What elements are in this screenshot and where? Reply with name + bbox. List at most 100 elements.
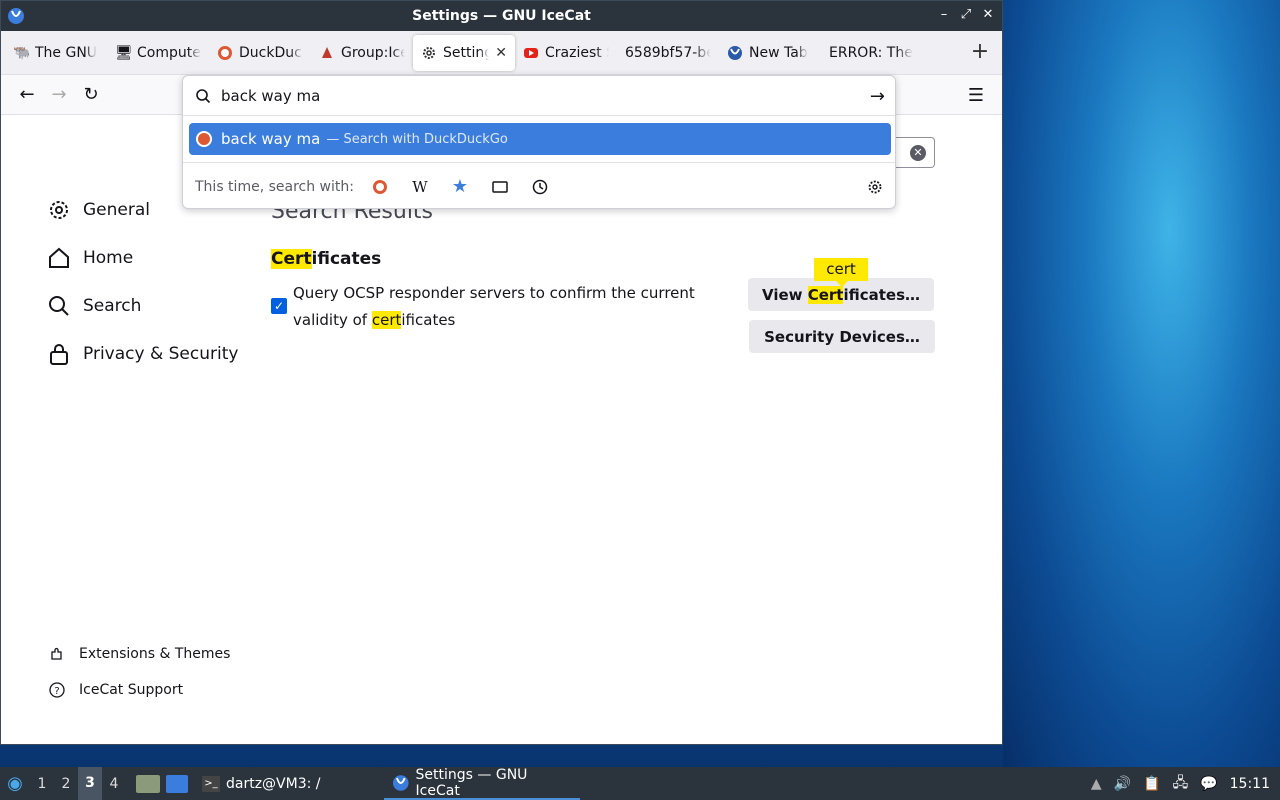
sidebar-item-label: General bbox=[83, 200, 150, 220]
search-icon bbox=[49, 296, 69, 316]
lock-icon bbox=[50, 344, 68, 365]
maximize-icon[interactable]: ⤢ bbox=[958, 7, 974, 23]
forward-button[interactable]: → bbox=[43, 79, 75, 111]
tab-close-icon[interactable]: ✕ bbox=[495, 45, 507, 61]
sidebar-item-label: Home bbox=[83, 248, 134, 268]
workspace-4[interactable]: 4 bbox=[102, 776, 126, 792]
hamburger-icon: ☰ bbox=[967, 84, 985, 106]
reload-icon: ↻ bbox=[83, 84, 99, 105]
urlbar-dropdown: back way ma → back way ma — Search with … bbox=[182, 75, 896, 209]
security-devices-button[interactable]: Security Devices… bbox=[749, 320, 935, 353]
new-tab-button[interactable]: + bbox=[966, 39, 994, 67]
workspace-2[interactable]: 2 bbox=[54, 776, 78, 792]
computer-icon: 🖥 bbox=[115, 44, 133, 61]
duckduckgo-icon bbox=[196, 131, 212, 147]
workspace-3[interactable]: 3 bbox=[78, 767, 102, 800]
terminal-icon: >_ bbox=[202, 775, 220, 792]
clock[interactable]: 15:11 bbox=[1230, 776, 1270, 792]
gnu-icon: 🐃 bbox=[13, 44, 31, 61]
close-icon[interactable]: ✕ bbox=[980, 7, 996, 23]
scroll-up-icon[interactable]: ▲ bbox=[1091, 776, 1102, 792]
ocsp-checkbox[interactable]: ✓ bbox=[271, 298, 287, 314]
duckduckgo-icon bbox=[218, 45, 232, 60]
notification-icon[interactable]: 💬 bbox=[1200, 776, 1217, 792]
task-icecat[interactable]: Settings — GNU IceCat bbox=[384, 767, 580, 800]
youtube-icon bbox=[524, 47, 538, 58]
sidebar-item-icecat-support[interactable]: ? IceCat Support bbox=[49, 682, 183, 698]
tab-strip: 🐃 The GNU 🖥 Compute DuckDuck Group:Ice Set… bbox=[1, 31, 1002, 75]
tab-the-gnu[interactable]: 🐃 The GNU bbox=[5, 35, 107, 71]
show-desktop-icon[interactable] bbox=[166, 774, 188, 793]
clear-search-icon[interactable]: ✕ bbox=[910, 145, 926, 161]
sidebar-item-extensions-themes[interactable]: Extensions & Themes bbox=[49, 646, 230, 662]
highlight: Cert bbox=[807, 285, 844, 304]
tab-error[interactable]: ERROR: The bbox=[821, 35, 923, 71]
bookmarks-button[interactable]: ★ bbox=[446, 173, 474, 201]
tabs-button[interactable] bbox=[486, 173, 514, 201]
system-tray: ▲ 🔊 📋 🖧 💬 15:11 bbox=[1091, 767, 1270, 800]
back-button[interactable]: ← bbox=[11, 79, 43, 111]
duckduckgo-icon bbox=[372, 179, 387, 194]
tab-icon bbox=[492, 180, 508, 193]
help-icon: ? bbox=[49, 682, 65, 698]
file-manager-icon[interactable] bbox=[136, 774, 160, 793]
task-terminal[interactable]: >_ dartz@VM3: / bbox=[194, 767, 384, 800]
taskbar: ◉ 1 2 3 4 >_ dartz@VM3: / Settings — GNU… bbox=[0, 767, 1280, 800]
gear-icon bbox=[423, 46, 435, 59]
sidebar-item-home[interactable]: Home bbox=[47, 246, 133, 270]
sidebar-item-privacy-security[interactable]: Privacy & Security bbox=[47, 342, 238, 366]
search-settings-button[interactable] bbox=[861, 173, 889, 201]
star-icon: ★ bbox=[451, 176, 469, 197]
url-input[interactable]: back way ma → bbox=[183, 76, 895, 116]
tab-duckduckgo[interactable]: DuckDuck bbox=[209, 35, 311, 71]
sidebar-item-search[interactable]: Search bbox=[47, 294, 141, 318]
tab-computer[interactable]: 🖥 Compute bbox=[107, 35, 209, 71]
sidebar-item-label: Extensions & Themes bbox=[79, 646, 231, 662]
tab-settings[interactable]: Setting ✕ bbox=[413, 34, 515, 71]
wikipedia-engine-button[interactable]: W bbox=[406, 173, 434, 201]
minimize-icon[interactable]: – bbox=[936, 7, 952, 23]
ocsp-checkbox-label[interactable]: Query OCSP responder servers to confirm … bbox=[293, 280, 713, 334]
icecat-icon bbox=[8, 8, 24, 24]
workspace-1[interactable]: 1 bbox=[30, 776, 54, 792]
tab-uuid[interactable]: 6589bf57-be bbox=[617, 35, 719, 71]
gear-icon bbox=[868, 180, 882, 193]
home-icon bbox=[49, 247, 69, 268]
svg-text:?: ? bbox=[54, 686, 59, 697]
url-input-text: back way ma bbox=[221, 86, 321, 105]
window-title: Settings — GNU IceCat bbox=[412, 8, 591, 24]
tab-craziest[interactable]: Craziest S bbox=[515, 35, 617, 71]
oneoff-search-bar: This time, search with: W ★ bbox=[183, 162, 895, 210]
sidebar-item-label: IceCat Support bbox=[79, 682, 184, 698]
reload-button[interactable]: ↻ bbox=[75, 79, 107, 111]
start-menu-icon[interactable]: ◉ bbox=[0, 773, 30, 794]
volume-icon[interactable]: 🔊 bbox=[1114, 776, 1131, 792]
group-icon bbox=[322, 46, 332, 58]
browser-window: Settings — GNU IceCat – ⤢ ✕ 🐃 The GNU 🖥 Co… bbox=[0, 0, 1003, 745]
duckduckgo-engine-button[interactable] bbox=[366, 173, 394, 201]
tab-group-icecat[interactable]: Group:Ice bbox=[311, 35, 413, 71]
oneoff-label: This time, search with: bbox=[195, 178, 354, 195]
sidebar-item-label: Privacy & Security bbox=[83, 344, 239, 364]
arrow-right-icon: → bbox=[51, 84, 67, 105]
tab-new-tab[interactable]: New Tab bbox=[719, 35, 821, 71]
desktop-background bbox=[1003, 0, 1280, 767]
search-suggestion[interactable]: back way ma — Search with DuckDuckGo bbox=[189, 123, 891, 155]
arrow-right-icon[interactable]: → bbox=[870, 86, 885, 107]
gear-icon bbox=[50, 201, 68, 219]
title-bar[interactable]: Settings — GNU IceCat – ⤢ ✕ bbox=[1, 1, 1002, 31]
clipboard-icon[interactable]: 📋 bbox=[1143, 776, 1160, 792]
history-button[interactable] bbox=[526, 173, 554, 201]
settings-page: ✕ General Home Search Privacy & Security… bbox=[1, 116, 1002, 744]
clock-icon bbox=[532, 179, 548, 194]
icecat-icon bbox=[392, 774, 409, 791]
highlight: cert bbox=[371, 311, 402, 329]
app-menu-button[interactable]: ☰ bbox=[960, 79, 992, 111]
sidebar-item-general[interactable]: General bbox=[47, 198, 150, 222]
certificates-heading: Certificates bbox=[271, 249, 382, 269]
search-icon bbox=[196, 88, 211, 103]
sidebar-item-label: Search bbox=[83, 296, 142, 316]
icecat-icon bbox=[728, 45, 742, 60]
network-icon[interactable]: 🖧 bbox=[1173, 772, 1189, 796]
arrow-left-icon: ← bbox=[19, 84, 35, 105]
